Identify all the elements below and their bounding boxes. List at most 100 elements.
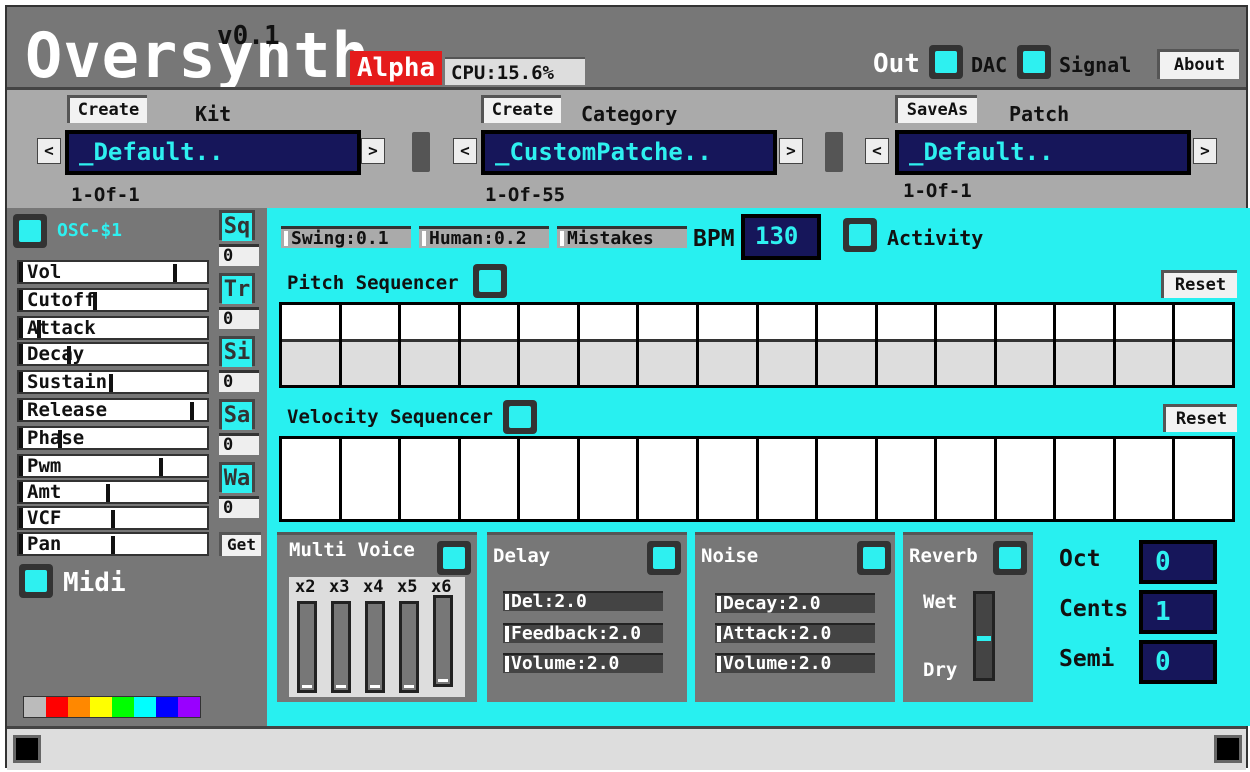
pitch-sequencer-toggle[interactable] bbox=[473, 264, 507, 298]
kit-create-button[interactable]: Create bbox=[67, 95, 147, 123]
pitch-step[interactable] bbox=[639, 305, 696, 385]
voice-slider[interactable] bbox=[399, 601, 419, 693]
pitch-step[interactable] bbox=[698, 305, 756, 385]
velocity-step[interactable] bbox=[579, 439, 637, 519]
voice-slider-handle[interactable] bbox=[302, 685, 312, 688]
multi-voice-toggle[interactable] bbox=[437, 541, 471, 575]
patch-prev-button[interactable]: < bbox=[865, 138, 889, 164]
slider-marker[interactable] bbox=[67, 346, 71, 364]
palette-swatch[interactable] bbox=[90, 697, 112, 717]
param-slider-sustain[interactable]: Sustain bbox=[17, 370, 209, 394]
pitch-step[interactable] bbox=[1175, 305, 1232, 385]
wave-button-si[interactable]: Si bbox=[219, 336, 255, 367]
palette-swatch[interactable] bbox=[134, 697, 156, 717]
pitch-step[interactable] bbox=[282, 305, 339, 385]
voice-slider[interactable] bbox=[331, 601, 351, 693]
param-slider-pwm[interactable]: Pwm bbox=[17, 454, 209, 478]
bpm-display[interactable]: 130 bbox=[741, 214, 821, 260]
patch-saveas-button[interactable]: SaveAs bbox=[895, 95, 977, 123]
noise-attack-slider[interactable]: Attack:2.0 bbox=[715, 623, 875, 643]
pitch-step[interactable] bbox=[520, 305, 577, 385]
slider-marker[interactable] bbox=[172, 264, 177, 282]
velocity-step[interactable] bbox=[341, 439, 399, 519]
pitch-step[interactable] bbox=[1115, 305, 1173, 385]
param-slider-release[interactable]: Release bbox=[17, 398, 209, 422]
reverb-wet-dry-slider[interactable] bbox=[973, 591, 995, 681]
delay-toggle[interactable] bbox=[647, 541, 681, 575]
mistakes-slider[interactable]: Mistakes bbox=[557, 226, 687, 248]
velocity-step[interactable] bbox=[520, 439, 577, 519]
about-button[interactable]: About bbox=[1157, 49, 1239, 79]
wave-button-tr[interactable]: Tr bbox=[219, 273, 255, 304]
velocity-step[interactable] bbox=[877, 439, 935, 519]
human-slider[interactable]: Human:0.2 bbox=[419, 226, 549, 248]
pitch-step[interactable] bbox=[996, 305, 1054, 385]
reverb-slider-handle[interactable] bbox=[977, 635, 991, 641]
param-slider-vol[interactable]: Vol bbox=[17, 260, 209, 284]
tuning-display-cents[interactable]: 1 bbox=[1139, 590, 1217, 634]
slider-marker[interactable] bbox=[105, 484, 110, 502]
velocity-step[interactable] bbox=[996, 439, 1054, 519]
param-slider-cutoff[interactable]: Cutoff bbox=[17, 288, 209, 312]
palette-swatch[interactable] bbox=[178, 697, 200, 717]
param-slider-pan[interactable]: Pan bbox=[17, 532, 209, 556]
palette-swatch[interactable] bbox=[68, 697, 90, 717]
midi-toggle[interactable] bbox=[19, 564, 53, 598]
slider-marker[interactable] bbox=[158, 458, 163, 476]
dac-toggle[interactable] bbox=[929, 45, 963, 79]
category-next-button[interactable]: > bbox=[779, 138, 803, 164]
param-slider-phase[interactable]: Phase bbox=[17, 426, 209, 450]
velocity-step[interactable] bbox=[460, 439, 518, 519]
velocity-step[interactable] bbox=[758, 439, 816, 519]
pitch-step[interactable] bbox=[579, 305, 637, 385]
kit-category-knob[interactable] bbox=[412, 132, 430, 172]
noise-decay-slider[interactable]: Decay:2.0 bbox=[715, 593, 875, 613]
velocity-step[interactable] bbox=[1115, 439, 1173, 519]
slider-marker[interactable] bbox=[37, 320, 42, 338]
voice-slider[interactable] bbox=[297, 601, 317, 693]
wave-button-sq[interactable]: Sq bbox=[219, 210, 255, 241]
voice-slider[interactable] bbox=[365, 601, 385, 693]
noise-volume-slider[interactable]: Volume:2.0 bbox=[715, 653, 875, 673]
velocity-step[interactable] bbox=[1175, 439, 1232, 519]
bottom-right-handle[interactable] bbox=[1214, 735, 1242, 763]
voice-slider-handle[interactable] bbox=[336, 685, 346, 688]
category-patch-knob[interactable] bbox=[825, 132, 843, 172]
velocity-step[interactable] bbox=[282, 439, 339, 519]
velocity-sequencer-grid[interactable] bbox=[279, 436, 1235, 522]
kit-prev-button[interactable]: < bbox=[37, 138, 61, 164]
pitch-step[interactable] bbox=[460, 305, 518, 385]
pitch-step[interactable] bbox=[818, 305, 875, 385]
wave-value[interactable]: 0 bbox=[219, 496, 259, 518]
slider-marker[interactable] bbox=[111, 536, 115, 554]
swing-slider[interactable]: Swing:0.1 bbox=[281, 226, 411, 248]
param-slider-attack[interactable]: Attack bbox=[17, 316, 209, 340]
voice-slider-handle[interactable] bbox=[404, 685, 414, 688]
kit-next-button[interactable]: > bbox=[361, 138, 385, 164]
voice-slider[interactable] bbox=[433, 595, 453, 687]
category-prev-button[interactable]: < bbox=[453, 138, 477, 164]
delay-feedback-slider[interactable]: Feedback:2.0 bbox=[503, 623, 663, 643]
wave-button-wa[interactable]: Wa bbox=[219, 462, 255, 493]
wave-value[interactable]: 0 bbox=[219, 307, 259, 329]
pitch-step[interactable] bbox=[758, 305, 816, 385]
palette-swatch[interactable] bbox=[24, 697, 46, 717]
velocity-step[interactable] bbox=[639, 439, 696, 519]
velocity-step[interactable] bbox=[818, 439, 875, 519]
slider-marker[interactable] bbox=[190, 402, 195, 420]
slider-marker[interactable] bbox=[111, 510, 115, 528]
voice-slider-handle[interactable] bbox=[370, 685, 380, 688]
param-slider-amt[interactable]: Amt bbox=[17, 480, 209, 504]
patch-next-button[interactable]: > bbox=[1193, 138, 1217, 164]
param-slider-decay[interactable]: Decay bbox=[17, 342, 209, 366]
slider-marker[interactable] bbox=[93, 292, 98, 310]
velocity-step[interactable] bbox=[401, 439, 458, 519]
wave-button-sa[interactable]: Sa bbox=[219, 399, 255, 430]
wave-value[interactable]: 0 bbox=[219, 433, 259, 455]
slider-marker[interactable] bbox=[109, 374, 114, 392]
tuning-display-semi[interactable]: 0 bbox=[1139, 640, 1217, 684]
param-slider-vcf[interactable]: VCF bbox=[17, 506, 209, 530]
velocity-step[interactable] bbox=[1056, 439, 1113, 519]
pitch-reset-button[interactable]: Reset bbox=[1161, 270, 1237, 298]
pitch-step[interactable] bbox=[401, 305, 458, 385]
